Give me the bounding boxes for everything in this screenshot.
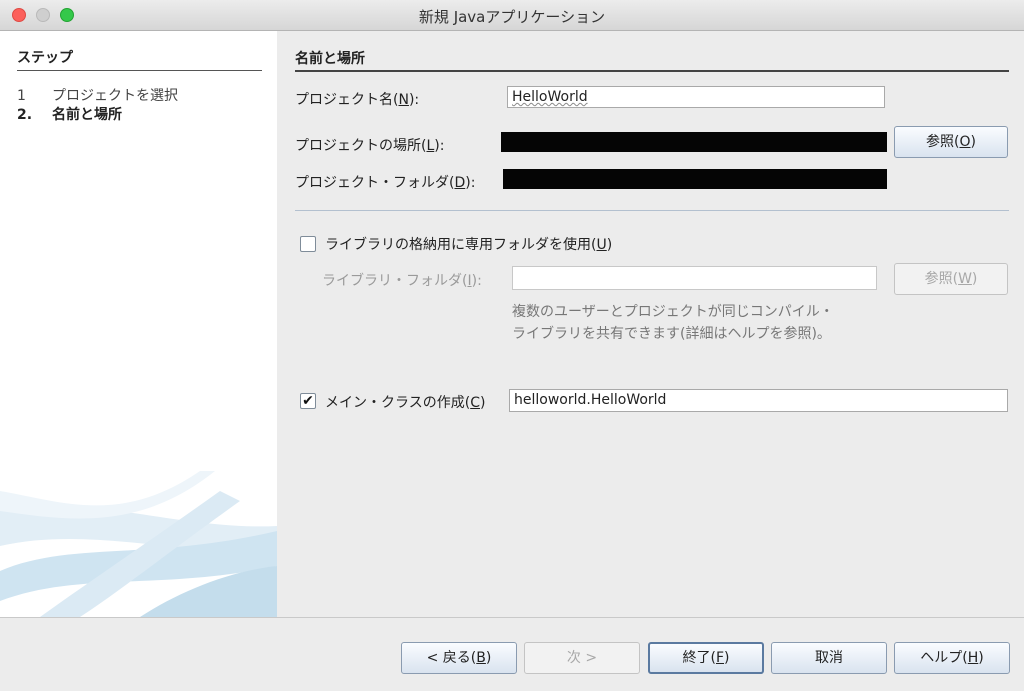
name-location-form: 名前と場所 プロジェクト名(N): HelloWorld プロジェクトの場所(L… xyxy=(277,31,1024,617)
steps-panel: ステップ 1 プロジェクトを選択 2. 名前と場所 xyxy=(0,31,277,617)
redaction-bar xyxy=(501,132,887,152)
project-folder-label: プロジェクト・フォルダ(D): xyxy=(295,175,476,191)
section-title: 名前と場所 xyxy=(295,48,1009,72)
main-class-input[interactable]: helloworld.HelloWorld xyxy=(509,389,1008,412)
checkmark-icon: ✔ xyxy=(302,393,314,409)
next-button[interactable]: 次 > xyxy=(524,642,640,674)
library-folder-label: ライブラリ・フォルダ(I): xyxy=(322,273,482,289)
library-help-line: 複数のユーザーとプロジェクトが同じコンパイル・ xyxy=(512,304,834,320)
step-label: プロジェクトを選択 xyxy=(52,88,178,104)
cancel-button[interactable]: 取消 xyxy=(771,642,887,674)
project-name-value: HelloWorld xyxy=(512,89,588,105)
browse-location-button[interactable]: 参照(O) xyxy=(894,126,1008,158)
library-folder-input[interactable] xyxy=(512,266,877,290)
window-title: 新規 Javaアプリケーション xyxy=(418,8,606,26)
step-item-select-project: 1 プロジェクトを選択 xyxy=(17,85,178,105)
help-button[interactable]: ヘルプ(H) xyxy=(894,642,1010,674)
step-item-name-location: 2. 名前と場所 xyxy=(17,104,122,124)
step-number: 2. xyxy=(17,107,33,123)
step-number: 1 xyxy=(17,88,26,104)
steps-heading: ステップ xyxy=(17,47,262,71)
library-browse-button[interactable]: 参照(W) xyxy=(894,263,1008,295)
finish-button[interactable]: 終了(F) xyxy=(648,642,764,674)
main-class-label[interactable]: メイン・クラスの作成(C) xyxy=(325,392,485,412)
project-location-label: プロジェクトの場所(L): xyxy=(295,138,445,154)
project-name-label: プロジェクト名(N): xyxy=(295,92,420,108)
library-help-line: ライブラリを共有できます(詳細はヘルプを参照)。 xyxy=(512,326,831,342)
redaction-bar xyxy=(503,169,887,189)
main-class-checkbox[interactable]: ✔ xyxy=(300,393,316,409)
main-class-value: helloworld.HelloWorld xyxy=(514,392,667,408)
decorative-swoosh-graphic xyxy=(0,471,277,617)
library-help-text: 複数のユーザーとプロジェクトが同じコンパイル・ ライブラリを共有できます(詳細は… xyxy=(512,301,834,345)
wizard-button-bar: < 戻る(B) 次 > 終了(F) 取消 ヘルプ(H) xyxy=(0,617,1024,691)
title-bar: 新規 Javaアプリケーション xyxy=(0,0,1024,31)
dedicated-library-checkbox[interactable] xyxy=(300,236,316,252)
back-button[interactable]: < 戻る(B) xyxy=(401,642,517,674)
step-label: 名前と場所 xyxy=(52,107,122,123)
project-name-input[interactable]: HelloWorld xyxy=(507,86,885,108)
section-separator xyxy=(295,210,1009,211)
dedicated-library-label[interactable]: ライブラリの格納用に専用フォルダを使用(U) xyxy=(325,234,612,254)
